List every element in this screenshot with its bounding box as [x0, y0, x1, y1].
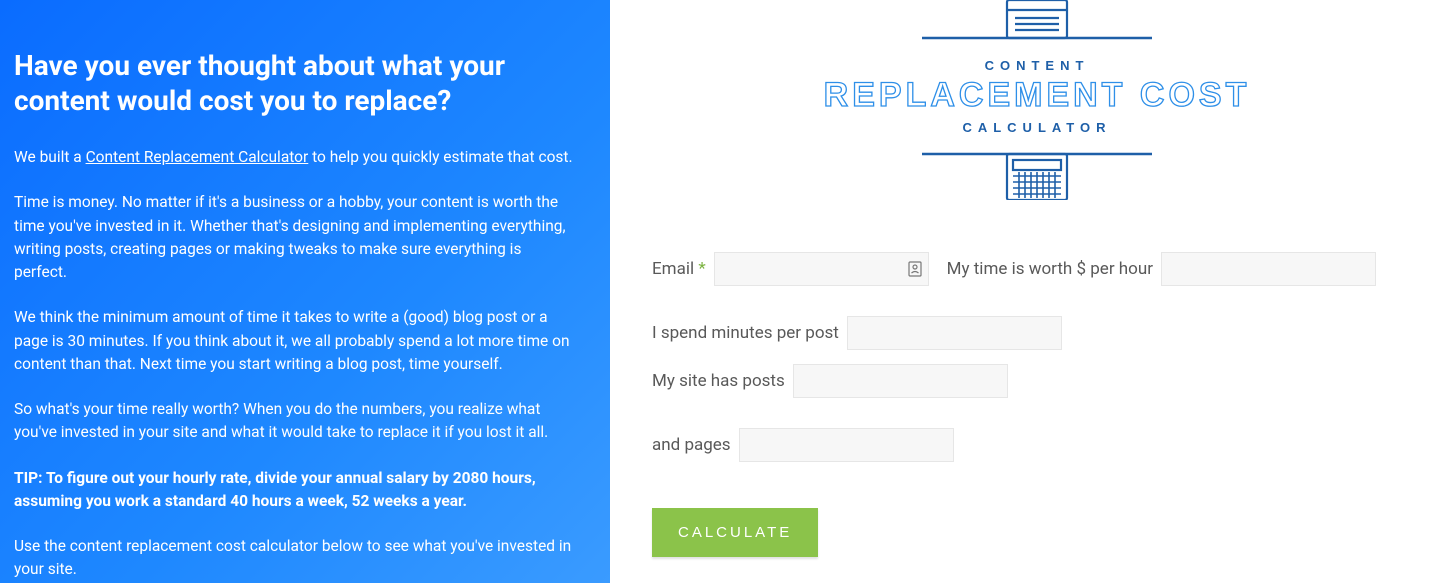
- form-row-2: I spend minutes per post My site has pos…: [652, 316, 1421, 398]
- logo-line2: REPLACEMENT COST: [823, 76, 1250, 114]
- posts-label: My site has posts: [652, 371, 785, 391]
- time-field-group: My time is worth $ per hour: [947, 252, 1376, 286]
- tip-paragraph: TIP: To figure out your hourly rate, div…: [14, 467, 574, 514]
- form-row-1: Email * My time is worth $ per hour: [652, 252, 1421, 286]
- intro-paragraph-2: Time is money. No matter if it's a busin…: [14, 191, 574, 284]
- intro-paragraph-5: Use the content replacement cost calcula…: [14, 535, 574, 582]
- email-field-group: Email *: [652, 252, 929, 286]
- calculator-panel: CONTENT REPLACEMENT COST CALCULATOR: [610, 0, 1451, 583]
- required-indicator: *: [698, 259, 705, 279]
- site-pages-input[interactable]: [739, 428, 954, 462]
- minutes-per-post-input[interactable]: [847, 316, 1062, 350]
- intro-panel: Have you ever thought about what your co…: [0, 0, 610, 583]
- email-label: Email *: [652, 259, 706, 279]
- pages-field-group: and pages: [652, 428, 954, 462]
- calculate-button[interactable]: CALCULATE: [652, 508, 818, 557]
- logo-line3: CALCULATOR: [962, 120, 1111, 135]
- form-row-3: and pages: [652, 428, 1421, 462]
- posts-field-group: My site has posts: [652, 364, 1008, 398]
- p1-pre: We built a: [14, 148, 86, 166]
- calculator-logo-svg: CONTENT REPLACEMENT COST CALCULATOR: [822, 0, 1252, 200]
- logo-line1: CONTENT: [984, 58, 1089, 73]
- time-worth-input[interactable]: [1161, 252, 1376, 286]
- logo: CONTENT REPLACEMENT COST CALCULATOR: [652, 0, 1421, 204]
- time-label: My time is worth $ per hour: [947, 259, 1153, 279]
- intro-paragraph-3: We think the minimum amount of time it t…: [14, 306, 574, 376]
- content-replacement-calculator-link[interactable]: Content Replacement Calculator: [86, 148, 309, 166]
- email-label-text: Email: [652, 259, 694, 279]
- page-heading: Have you ever thought about what your co…: [14, 48, 574, 118]
- intro-paragraph-4: So what's your time really worth? When y…: [14, 398, 574, 445]
- p1-post: to help you quickly estimate that cost.: [308, 148, 572, 166]
- minutes-field-group: I spend minutes per post: [652, 316, 1062, 350]
- intro-paragraph-1: We built a Content Replacement Calculato…: [14, 146, 574, 169]
- email-input[interactable]: [714, 252, 929, 286]
- site-posts-input[interactable]: [793, 364, 1008, 398]
- pages-label: and pages: [652, 435, 731, 455]
- minutes-label: I spend minutes per post: [652, 323, 839, 343]
